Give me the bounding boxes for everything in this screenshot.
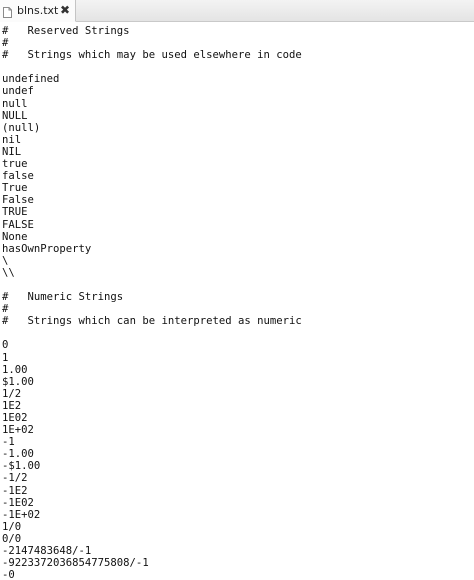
text-line (2, 327, 302, 339)
text-line: -$1.00 (2, 460, 41, 473)
editor-text-area[interactable]: # Reserved Strings # # Strings which may b… (0, 22, 474, 580)
text-line: 0/0 (2, 532, 22, 545)
tab-bar: blns.txt ✖ (0, 0, 474, 22)
text-line: True (2, 182, 28, 195)
text-line: TRUE (2, 206, 28, 219)
text-line: (null) (2, 121, 41, 134)
text-file-icon (3, 5, 12, 18)
text-line: # Strings which can be interpreted as nu… (2, 315, 302, 328)
text-line: False (2, 194, 34, 207)
text-line: undef (2, 85, 34, 98)
text-line: 1E02 (2, 412, 28, 424)
text-line: -0 (2, 569, 15, 580)
text-line: # Numeric Strings (2, 291, 124, 304)
tab-filename: blns.txt (17, 4, 59, 17)
tab-blns-txt[interactable]: blns.txt ✖ (0, 0, 76, 22)
text-line: 1E+02 (2, 424, 34, 437)
text-line: -1E2 (2, 484, 28, 497)
text-line: # (2, 37, 9, 50)
text-line: null (2, 97, 28, 110)
text-line: # Strings which may be used elsewhere in… (2, 49, 302, 62)
text-line: -2147483648/-1 (2, 545, 92, 558)
text-line (2, 279, 302, 291)
text-line: FALSE (2, 218, 34, 231)
text-line: 1/0 (2, 520, 22, 533)
text-line: # Reserved Strings (2, 25, 130, 37)
text-line: -1E02 (2, 496, 34, 509)
text-line: $1.00 (2, 375, 34, 388)
close-icon[interactable]: ✖ (58, 3, 72, 17)
text-line: 1E2 (2, 399, 22, 412)
text-line: NIL (2, 145, 22, 158)
text-line: -1 (2, 436, 15, 449)
text-line: \ (2, 254, 9, 267)
text-line: 0 (2, 339, 9, 352)
text-line: None (2, 230, 28, 243)
text-line: -1.00 (2, 448, 34, 461)
text-line: hasOwnProperty (2, 242, 92, 255)
text-line: -1E+02 (2, 508, 41, 521)
text-line: nil (2, 133, 22, 146)
text-line: 1.00 (2, 363, 28, 376)
text-line: -1/2 (2, 472, 28, 485)
text-line: -9223372036854775808/-1 (2, 557, 149, 570)
text-line: 1/2 (2, 387, 22, 400)
text-line: 1 (2, 351, 9, 364)
text-line: # (2, 303, 9, 316)
text-line: NULL (2, 109, 28, 122)
text-editor-window: blns.txt ✖ # Reserved Strings # # Strings … (0, 0, 474, 580)
text-line: false (2, 170, 34, 183)
text-line (2, 61, 302, 73)
text-line: undefined (2, 73, 60, 86)
text-line: \\ (2, 266, 15, 279)
file-contents: # Reserved Strings # # Strings which may b… (2, 25, 302, 580)
text-line: true (2, 158, 28, 171)
